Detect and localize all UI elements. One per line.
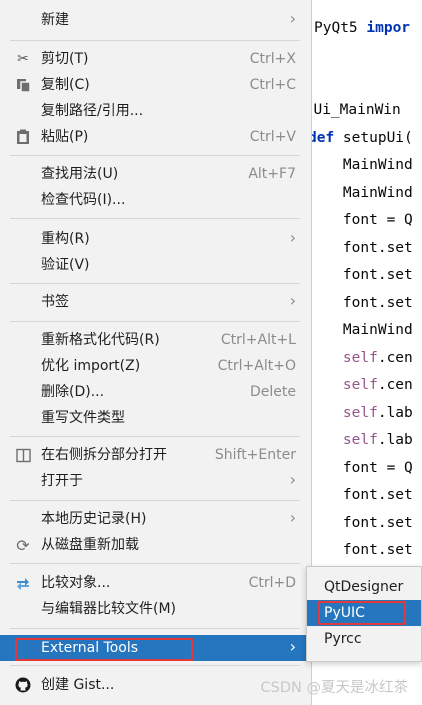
code-line: font.set	[308, 542, 413, 558]
watermark: CSDN @夏天是冰红茶	[260, 680, 408, 696]
chevron-right-icon: ›	[289, 291, 296, 310]
menu-item-compare-with-editor[interactable]: 与编辑器比较文件(M)	[0, 596, 310, 622]
menu-item-inspect-code[interactable]: 检查代码(I)...	[0, 187, 310, 213]
menu-item-optimize-imports[interactable]: 优化 import(Z) Ctrl+Alt+O	[0, 353, 310, 379]
external-tools-submenu: QtDesigner PyUIC Pyrcc	[306, 566, 422, 662]
menu-item-find-usages[interactable]: 查找用法(U) Alt+F7	[0, 161, 310, 187]
menu-item-delete[interactable]: 删除(D)... Delete	[0, 379, 310, 405]
code-line: MainWind	[308, 157, 413, 173]
code-line: font.set	[308, 295, 413, 311]
highlight-box-external-tools	[15, 638, 193, 661]
menu-item-local-history[interactable]: 本地历史记录(H) ›	[0, 506, 310, 532]
code-line: font = Q	[308, 212, 413, 228]
separator	[10, 563, 300, 564]
code-line: font.set	[308, 267, 413, 283]
menu-item-open-split-right[interactable]: 在右侧拆分部分打开 Shift+Enter	[0, 442, 310, 468]
code-line: def setupUi(	[308, 130, 413, 146]
code-line: font = Q	[308, 460, 413, 476]
menu-item-copy-path[interactable]: 复制路径/引用...	[0, 98, 310, 124]
code-line: self.cen	[342, 377, 413, 393]
chevron-right-icon: ›	[289, 637, 296, 656]
separator	[10, 155, 300, 156]
chevron-right-icon: ›	[289, 470, 296, 489]
menu-item-compare-with[interactable]: 比较对象... Ctrl+D	[0, 570, 310, 596]
code-line: self.cen	[342, 350, 413, 366]
code-line: self.lab	[342, 405, 413, 421]
code-line: MainWind	[308, 185, 413, 201]
menu-item-reload-from-disk[interactable]: ⟳ 从磁盘重新加载	[0, 532, 310, 558]
menu-item-paste[interactable]: 粘贴(P) Ctrl+V	[0, 124, 310, 150]
separator	[10, 628, 300, 629]
highlight-box-pyuic	[318, 601, 406, 625]
reload-icon: ⟳	[16, 535, 30, 555]
separator	[10, 321, 300, 322]
code-line: PyQt5 impor	[314, 20, 411, 36]
separator	[10, 665, 300, 666]
split-icon	[14, 446, 32, 464]
separator	[10, 40, 300, 41]
separator	[10, 283, 300, 284]
menu-item-override-file-type[interactable]: 重写文件类型	[0, 405, 310, 431]
paste-icon	[14, 128, 32, 146]
menu-item-new[interactable]: 新建 ›	[0, 7, 310, 33]
chevron-right-icon: ›	[289, 508, 296, 527]
code-line: font.set	[308, 240, 413, 256]
github-icon	[14, 676, 32, 694]
chevron-right-icon: ›	[289, 228, 296, 247]
menu-item-reformat-code[interactable]: 重新格式化代码(R) Ctrl+Alt+L	[0, 327, 310, 353]
code-line: font.set	[308, 487, 413, 503]
menu-item-copy[interactable]: 复制(C) Ctrl+C	[0, 72, 310, 98]
menu-item-refactor[interactable]: 重构(R) ›	[0, 226, 310, 252]
code-line: self.lab	[342, 432, 413, 448]
scissors-icon: ✂	[17, 51, 29, 67]
menu-item-bookmarks[interactable]: 书签 ›	[0, 289, 310, 315]
code-line: MainWind	[308, 322, 413, 338]
code-line: font.set	[308, 515, 413, 531]
menu-item-validate[interactable]: 验证(V)	[0, 252, 310, 278]
compare-icon	[14, 574, 32, 592]
menu-item-cut[interactable]: ✂ 剪切(T) Ctrl+X	[0, 46, 310, 72]
submenu-item-pyrcc[interactable]: Pyrcc	[307, 626, 421, 652]
separator	[10, 500, 300, 501]
separator	[10, 436, 300, 437]
submenu-item-qtdesigner[interactable]: QtDesigner	[307, 574, 421, 600]
menu-item-open-in[interactable]: 打开于 ›	[0, 468, 310, 494]
separator	[10, 218, 300, 219]
chevron-right-icon: ›	[289, 9, 296, 28]
context-menu: 新建 › ✂ 剪切(T) Ctrl+X 复制(C) Ctrl+C 复制路径/引用…	[0, 0, 312, 705]
copy-icon	[14, 76, 32, 94]
